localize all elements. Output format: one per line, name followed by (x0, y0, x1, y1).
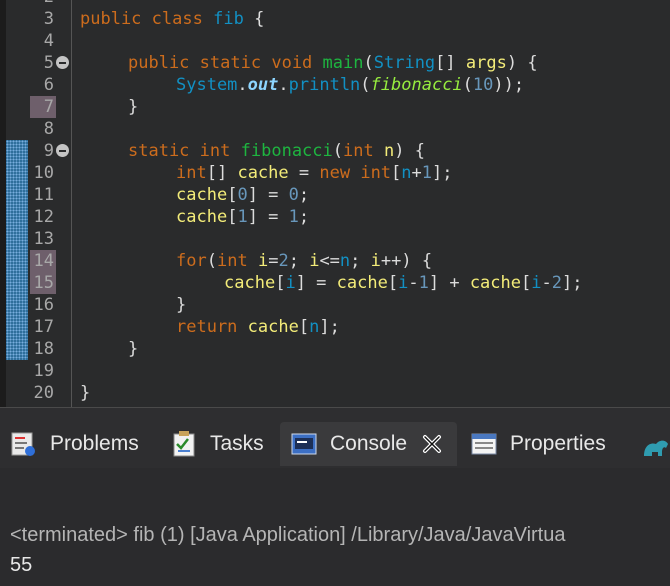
code-line: } (128, 97, 139, 117)
line-number: 6 (43, 75, 54, 95)
line-number: 7 (43, 97, 54, 117)
code-line: } (176, 295, 187, 315)
code-line: public class fib { (80, 9, 265, 29)
console-view[interactable]: <terminated> fib (1) [Java Application] … (0, 468, 670, 586)
properties-icon (470, 430, 498, 458)
line-number: 19 (33, 361, 54, 381)
view-tab-bar: Problems Tasks Console Properties (0, 408, 670, 468)
change-indicator-bar (6, 140, 28, 360)
line-number: 18 (33, 339, 54, 359)
tab-label: Console (330, 432, 408, 455)
line-number: 12 (33, 207, 54, 227)
tab-label: Properties (510, 432, 606, 455)
gutter-separator (71, 0, 72, 407)
line-number: 17 (33, 317, 54, 337)
more-views-icon[interactable] (640, 434, 670, 460)
console-icon (290, 430, 318, 458)
line-number: 3 (43, 9, 54, 29)
tab-properties[interactable]: Properties (470, 422, 606, 466)
line-number: 5 (43, 53, 54, 73)
tab-label: Tasks (210, 432, 264, 455)
code-line: cache[1] = 1; (176, 207, 310, 227)
line-number: 15 (33, 273, 54, 293)
code-line: for(int i=2; i<=n; i++) { (176, 251, 433, 271)
code-line: } (128, 339, 139, 359)
fold-collapse-icon[interactable] (56, 56, 69, 69)
code-line: System.out.println(fibonacci(10)); (176, 75, 525, 95)
close-icon[interactable] (421, 433, 443, 455)
line-number: 4 (43, 31, 54, 51)
line-number: 13 (33, 229, 54, 249)
code-line: return cache[n]; (176, 317, 340, 337)
code-editor[interactable]: 234567891011121314151617181920 public cl… (0, 0, 670, 408)
code-line: int[] cache = new int[n+1]; (176, 163, 453, 183)
tasks-icon (170, 430, 198, 458)
line-number: 2 (28, 0, 54, 8)
tab-problems[interactable]: Problems (10, 422, 139, 466)
console-terminated-line: <terminated> fib (1) [Java Application] … (10, 524, 566, 546)
line-number: 16 (33, 295, 54, 315)
tab-label: Problems (50, 432, 139, 455)
line-number: 11 (33, 185, 54, 205)
line-number: 14 (33, 251, 54, 271)
tab-console[interactable]: Console (280, 422, 458, 466)
line-number: 8 (43, 119, 54, 139)
code-line: static int fibonacci(int n) { (128, 141, 425, 161)
fold-collapse-icon[interactable] (56, 144, 69, 157)
line-number: 20 (33, 383, 54, 403)
tab-tasks[interactable]: Tasks (170, 422, 264, 466)
code-line: cache[i] = cache[i-1] + cache[i-2]; (224, 273, 583, 293)
source-code[interactable]: public class fib { public static void ma… (80, 0, 670, 407)
code-line: public static void main(String[] args) { (128, 53, 538, 73)
console-output: 55 (10, 554, 33, 576)
line-number: 10 (33, 163, 54, 183)
code-line: } (80, 383, 91, 403)
line-number: 9 (43, 141, 54, 161)
problems-icon (10, 430, 38, 458)
code-line: cache[0] = 0; (176, 185, 310, 205)
